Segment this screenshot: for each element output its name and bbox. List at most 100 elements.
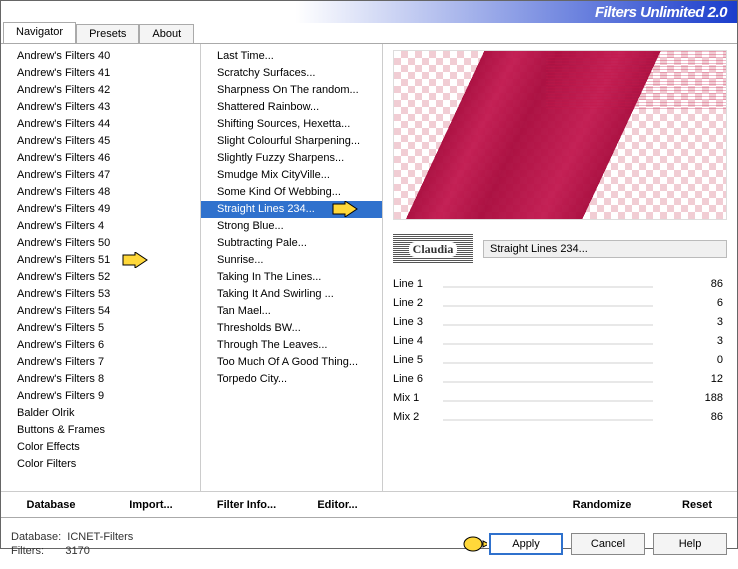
preview-panel: Claudia Straight Lines 234... Line 186Li… bbox=[383, 44, 737, 491]
category-item[interactable]: Andrew's Filters 7 bbox=[1, 354, 200, 371]
tab-strip: NavigatorPresetsAbout bbox=[1, 22, 737, 44]
category-item[interactable]: Andrew's Filters 44 bbox=[1, 116, 200, 133]
app-title: Filters Unlimited 2.0 bbox=[595, 4, 727, 21]
filter-item[interactable]: Through The Leaves... bbox=[201, 337, 382, 354]
pointer-arrow-icon bbox=[331, 201, 359, 218]
category-item[interactable]: Andrew's Filters 49 bbox=[1, 201, 200, 218]
category-item[interactable]: Buttons & Frames bbox=[1, 422, 200, 439]
filter-item[interactable]: Subtracting Pale... bbox=[201, 235, 382, 252]
preview-image bbox=[393, 50, 727, 220]
param-slider[interactable] bbox=[443, 400, 653, 402]
param-row[interactable]: Mix 286 bbox=[393, 407, 723, 426]
param-slider[interactable] bbox=[443, 305, 653, 307]
filter-item[interactable]: Strong Blue... bbox=[201, 218, 382, 235]
pointer-hand-icon bbox=[461, 533, 487, 555]
param-slider[interactable] bbox=[443, 343, 653, 345]
tab-navigator[interactable]: Navigator bbox=[3, 22, 76, 43]
filter-item[interactable]: Sunrise... bbox=[201, 252, 382, 269]
param-row[interactable]: Line 50 bbox=[393, 350, 723, 369]
work-area: Andrew's Filters 40Andrew's Filters 41An… bbox=[1, 44, 737, 491]
filter-item[interactable]: Straight Lines 234... bbox=[201, 201, 382, 218]
param-row[interactable]: Line 186 bbox=[393, 274, 723, 293]
category-item[interactable]: Andrew's Filters 41 bbox=[1, 65, 200, 82]
filter-item[interactable]: Tan Mael... bbox=[201, 303, 382, 320]
category-item[interactable]: Color Filters bbox=[1, 456, 200, 473]
apply-button[interactable]: Apply bbox=[489, 533, 563, 555]
filter-info-button[interactable]: Filter Info... bbox=[201, 499, 292, 511]
filter-item[interactable]: Taking It And Swirling ... bbox=[201, 286, 382, 303]
category-item[interactable]: Color Effects bbox=[1, 439, 200, 456]
category-item[interactable]: Andrew's Filters 47 bbox=[1, 167, 200, 184]
param-row[interactable]: Line 612 bbox=[393, 369, 723, 388]
tab-about[interactable]: About bbox=[139, 24, 194, 43]
param-value: 86 bbox=[683, 278, 723, 290]
filter-item[interactable]: Taking In The Lines... bbox=[201, 269, 382, 286]
footer-buttons: Apply Cancel Help bbox=[461, 533, 727, 555]
category-list[interactable]: Andrew's Filters 40Andrew's Filters 41An… bbox=[1, 44, 201, 491]
category-item[interactable]: Andrew's Filters 53 bbox=[1, 286, 200, 303]
filter-item[interactable]: Slightly Fuzzy Sharpens... bbox=[201, 150, 382, 167]
filter-item[interactable]: Shattered Rainbow... bbox=[201, 99, 382, 116]
category-item[interactable]: Andrew's Filters 48 bbox=[1, 184, 200, 201]
param-row[interactable]: Line 43 bbox=[393, 331, 723, 350]
category-item[interactable]: Andrew's Filters 42 bbox=[1, 82, 200, 99]
category-item[interactable]: Andrew's Filters 5 bbox=[1, 320, 200, 337]
import-button[interactable]: Import... bbox=[101, 499, 201, 511]
param-slider[interactable] bbox=[443, 362, 653, 364]
watermark-text: Claudia bbox=[409, 242, 458, 257]
db-value: ICNET-Filters bbox=[67, 531, 133, 543]
cancel-button[interactable]: Cancel bbox=[571, 533, 645, 555]
watermark-stamp: Claudia bbox=[393, 234, 473, 264]
filter-item[interactable]: Smudge Mix CityVille... bbox=[201, 167, 382, 184]
filter-lines bbox=[546, 51, 726, 111]
param-row[interactable]: Line 33 bbox=[393, 312, 723, 331]
param-value: 86 bbox=[683, 411, 723, 423]
db-label: Database: bbox=[11, 531, 61, 543]
column-button-row: Database Import... Filter Info... Editor… bbox=[1, 491, 737, 517]
filter-item[interactable]: Torpedo City... bbox=[201, 371, 382, 388]
reset-button[interactable]: Reset bbox=[657, 499, 737, 511]
param-value: 12 bbox=[683, 373, 723, 385]
category-item[interactable]: Andrew's Filters 54 bbox=[1, 303, 200, 320]
category-item[interactable]: Andrew's Filters 4 bbox=[1, 218, 200, 235]
filter-item[interactable]: Shifting Sources, Hexetta... bbox=[201, 116, 382, 133]
param-value: 6 bbox=[683, 297, 723, 309]
param-value: 3 bbox=[683, 316, 723, 328]
category-item[interactable]: Andrew's Filters 52 bbox=[1, 269, 200, 286]
param-row[interactable]: Mix 1188 bbox=[393, 388, 723, 407]
category-item[interactable]: Andrew's Filters 8 bbox=[1, 371, 200, 388]
filter-item[interactable]: Sharpness On The random... bbox=[201, 82, 382, 99]
filters-label: Filters: bbox=[11, 545, 44, 557]
category-item[interactable]: Balder Olrik bbox=[1, 405, 200, 422]
tab-presets[interactable]: Presets bbox=[76, 24, 139, 43]
category-item[interactable]: Andrew's Filters 45 bbox=[1, 133, 200, 150]
filter-item[interactable]: Last Time... bbox=[201, 48, 382, 65]
category-item[interactable]: Andrew's Filters 43 bbox=[1, 99, 200, 116]
help-button[interactable]: Help bbox=[653, 533, 727, 555]
param-slider[interactable] bbox=[443, 419, 653, 421]
param-slider[interactable] bbox=[443, 381, 653, 383]
category-item[interactable]: Andrew's Filters 46 bbox=[1, 150, 200, 167]
param-row[interactable]: Line 26 bbox=[393, 293, 723, 312]
database-button[interactable]: Database bbox=[1, 499, 101, 511]
footer: Database: ICNET-Filters Filters: 3170 Ap… bbox=[1, 517, 737, 569]
editor-button[interactable]: Editor... bbox=[292, 499, 383, 511]
category-item[interactable]: Andrew's Filters 9 bbox=[1, 388, 200, 405]
randomize-button[interactable]: Randomize bbox=[547, 499, 657, 511]
filter-item[interactable]: Slight Colourful Sharpening... bbox=[201, 133, 382, 150]
filter-list[interactable]: Last Time...Scratchy Surfaces...Sharpnes… bbox=[201, 44, 383, 491]
filter-item[interactable]: Scratchy Surfaces... bbox=[201, 65, 382, 82]
param-value: 0 bbox=[683, 354, 723, 366]
category-item[interactable]: Andrew's Filters 50 bbox=[1, 235, 200, 252]
filters-count: 3170 bbox=[65, 545, 89, 557]
param-slider[interactable] bbox=[443, 286, 653, 288]
filter-item[interactable]: Thresholds BW... bbox=[201, 320, 382, 337]
filter-title-row: Claudia Straight Lines 234... bbox=[393, 234, 727, 264]
filter-item[interactable]: Some Kind Of Webbing... bbox=[201, 184, 382, 201]
category-item[interactable]: Andrew's Filters 51 bbox=[1, 252, 200, 269]
category-item[interactable]: Andrew's Filters 40 bbox=[1, 48, 200, 65]
param-slider[interactable] bbox=[443, 324, 653, 326]
title-bar: Filters Unlimited 2.0 bbox=[1, 1, 737, 23]
filter-item[interactable]: Too Much Of A Good Thing... bbox=[201, 354, 382, 371]
category-item[interactable]: Andrew's Filters 6 bbox=[1, 337, 200, 354]
